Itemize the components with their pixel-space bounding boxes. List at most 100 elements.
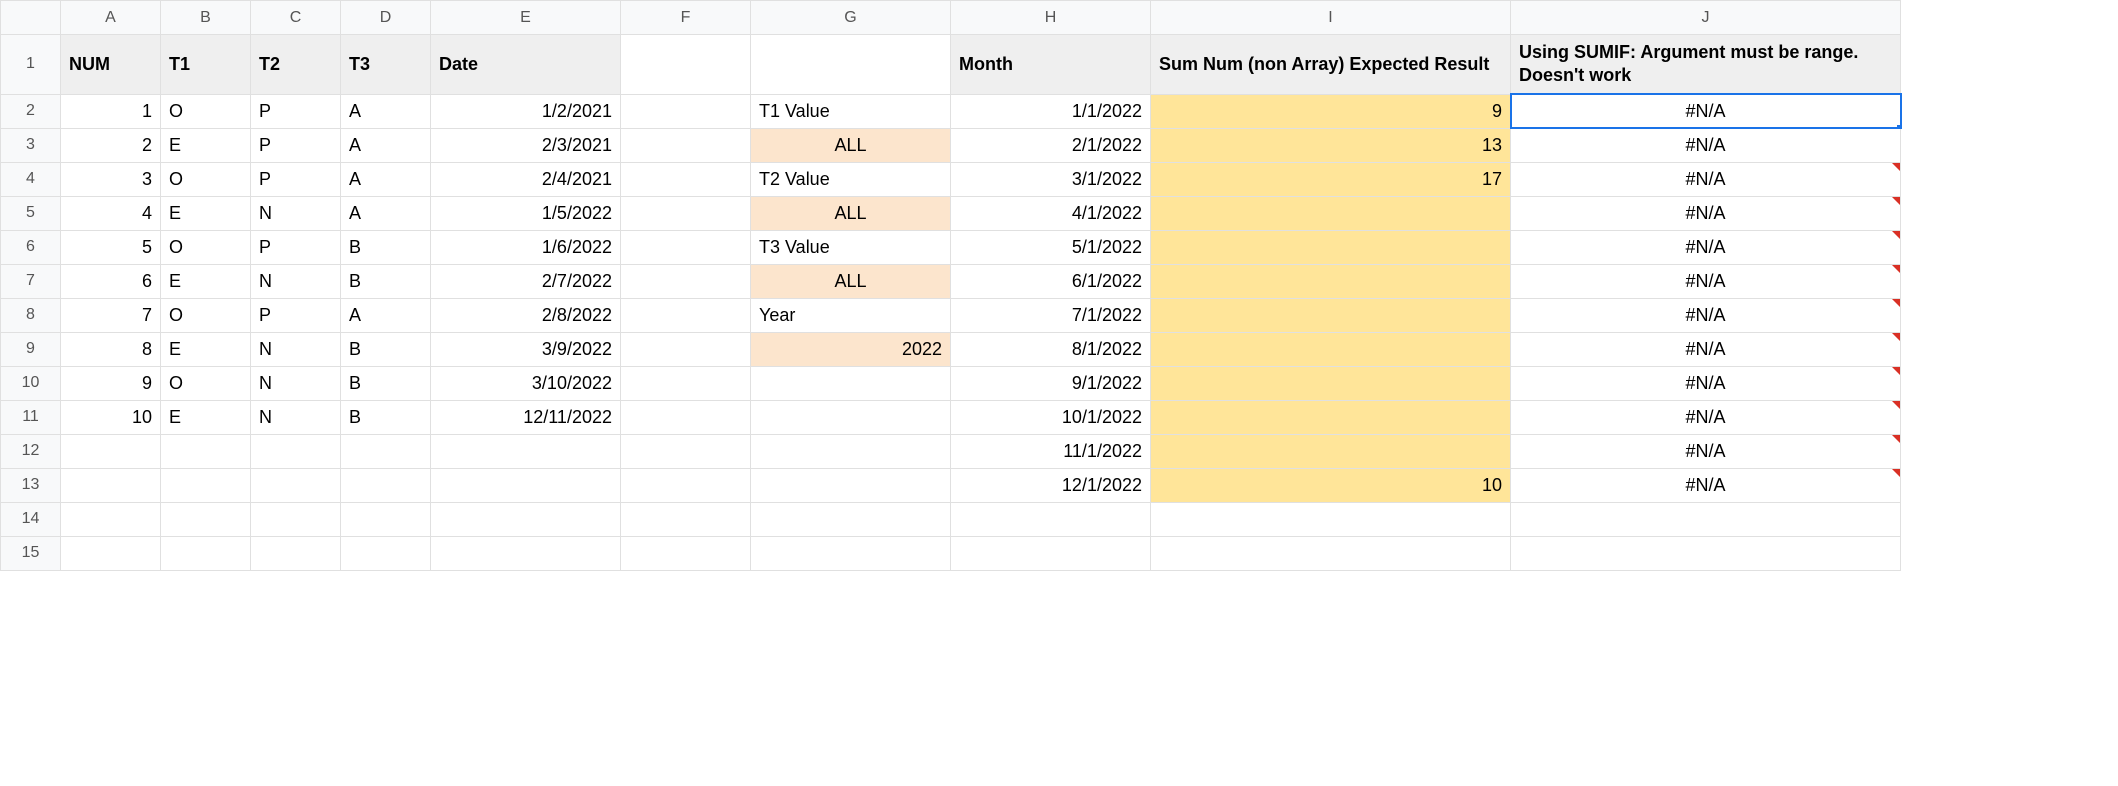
cell-B4[interactable]: O xyxy=(161,162,251,196)
cell-C9[interactable]: N xyxy=(251,332,341,366)
cell-E13[interactable] xyxy=(431,468,621,502)
cell-A3[interactable]: 2 xyxy=(61,128,161,162)
cell-A6[interactable]: 5 xyxy=(61,230,161,264)
col-header-H[interactable]: H xyxy=(951,1,1151,35)
cell-B14[interactable] xyxy=(161,502,251,536)
cell-F5[interactable] xyxy=(621,196,751,230)
col-header-A[interactable]: A xyxy=(61,1,161,35)
row-header-5[interactable]: 5 xyxy=(1,196,61,230)
cell-F13[interactable] xyxy=(621,468,751,502)
cell-C8[interactable]: P xyxy=(251,298,341,332)
cell-A13[interactable] xyxy=(61,468,161,502)
col-header-J[interactable]: J xyxy=(1511,1,1901,35)
cell-C6[interactable]: P xyxy=(251,230,341,264)
cell-G1[interactable] xyxy=(751,35,951,95)
cell-H7[interactable]: 6/1/2022 xyxy=(951,264,1151,298)
cell-D12[interactable] xyxy=(341,434,431,468)
cell-D9[interactable]: B xyxy=(341,332,431,366)
cell-H8[interactable]: 7/1/2022 xyxy=(951,298,1151,332)
cell-H3[interactable]: 2/1/2022 xyxy=(951,128,1151,162)
select-all-corner[interactable] xyxy=(1,1,61,35)
cell-H1[interactable]: Month xyxy=(951,35,1151,95)
cell-G4[interactable]: T2 Value xyxy=(751,162,951,196)
cell-I4[interactable]: 17 xyxy=(1151,162,1511,196)
cell-E7[interactable]: 2/7/2022 xyxy=(431,264,621,298)
cell-H12[interactable]: 11/1/2022 xyxy=(951,434,1151,468)
cell-J15[interactable] xyxy=(1511,536,1901,570)
cell-F8[interactable] xyxy=(621,298,751,332)
row-header-10[interactable]: 10 xyxy=(1,366,61,400)
cell-J13[interactable]: #N/A xyxy=(1511,468,1901,502)
row-header-14[interactable]: 14 xyxy=(1,502,61,536)
cell-G2[interactable]: T1 Value xyxy=(751,94,951,128)
cell-C14[interactable] xyxy=(251,502,341,536)
cell-I1[interactable]: Sum Num (non Array) Expected Result xyxy=(1151,35,1511,95)
cell-B2[interactable]: O xyxy=(161,94,251,128)
cell-E4[interactable]: 2/4/2021 xyxy=(431,162,621,196)
cell-D3[interactable]: A xyxy=(341,128,431,162)
cell-J1[interactable]: Using SUMIF: Argument must be range. Doe… xyxy=(1511,35,1901,95)
cell-E12[interactable] xyxy=(431,434,621,468)
note-indicator-icon[interactable] xyxy=(1892,231,1900,239)
cell-I11[interactable] xyxy=(1151,400,1511,434)
col-header-B[interactable]: B xyxy=(161,1,251,35)
cell-A5[interactable]: 4 xyxy=(61,196,161,230)
cell-B11[interactable]: E xyxy=(161,400,251,434)
cell-F4[interactable] xyxy=(621,162,751,196)
row-header-13[interactable]: 13 xyxy=(1,468,61,502)
row-header-6[interactable]: 6 xyxy=(1,230,61,264)
cell-I8[interactable] xyxy=(1151,298,1511,332)
cell-C4[interactable]: P xyxy=(251,162,341,196)
cell-D10[interactable]: B xyxy=(341,366,431,400)
cell-I10[interactable] xyxy=(1151,366,1511,400)
note-indicator-icon[interactable] xyxy=(1892,435,1900,443)
cell-F1[interactable] xyxy=(621,35,751,95)
cell-G10[interactable] xyxy=(751,366,951,400)
cell-H15[interactable] xyxy=(951,536,1151,570)
cell-I5[interactable] xyxy=(1151,196,1511,230)
cell-F9[interactable] xyxy=(621,332,751,366)
cell-C13[interactable] xyxy=(251,468,341,502)
row-header-11[interactable]: 11 xyxy=(1,400,61,434)
cell-E15[interactable] xyxy=(431,536,621,570)
cell-E11[interactable]: 12/11/2022 xyxy=(431,400,621,434)
col-header-I[interactable]: I xyxy=(1151,1,1511,35)
cell-A12[interactable] xyxy=(61,434,161,468)
cell-D8[interactable]: A xyxy=(341,298,431,332)
cell-A4[interactable]: 3 xyxy=(61,162,161,196)
cell-C3[interactable]: P xyxy=(251,128,341,162)
cell-F11[interactable] xyxy=(621,400,751,434)
cell-E8[interactable]: 2/8/2022 xyxy=(431,298,621,332)
cell-H10[interactable]: 9/1/2022 xyxy=(951,366,1151,400)
col-header-E[interactable]: E xyxy=(431,1,621,35)
cell-H4[interactable]: 3/1/2022 xyxy=(951,162,1151,196)
cell-B7[interactable]: E xyxy=(161,264,251,298)
cell-J9[interactable]: #N/A xyxy=(1511,332,1901,366)
cell-G9[interactable]: 2022 xyxy=(751,332,951,366)
row-header-3[interactable]: 3 xyxy=(1,128,61,162)
col-header-F[interactable]: F xyxy=(621,1,751,35)
cell-H11[interactable]: 10/1/2022 xyxy=(951,400,1151,434)
cell-B10[interactable]: O xyxy=(161,366,251,400)
cell-B15[interactable] xyxy=(161,536,251,570)
cell-C10[interactable]: N xyxy=(251,366,341,400)
cell-I15[interactable] xyxy=(1151,536,1511,570)
cell-A9[interactable]: 8 xyxy=(61,332,161,366)
cell-H9[interactable]: 8/1/2022 xyxy=(951,332,1151,366)
cell-F6[interactable] xyxy=(621,230,751,264)
cell-D5[interactable]: A xyxy=(341,196,431,230)
cell-J6[interactable]: #N/A xyxy=(1511,230,1901,264)
cell-D2[interactable]: A xyxy=(341,94,431,128)
cell-F2[interactable] xyxy=(621,94,751,128)
cell-B6[interactable]: O xyxy=(161,230,251,264)
cell-G14[interactable] xyxy=(751,502,951,536)
cell-C1[interactable]: T2 xyxy=(251,35,341,95)
cell-D1[interactable]: T3 xyxy=(341,35,431,95)
cell-C7[interactable]: N xyxy=(251,264,341,298)
cell-F7[interactable] xyxy=(621,264,751,298)
col-header-D[interactable]: D xyxy=(341,1,431,35)
cell-J8[interactable]: #N/A xyxy=(1511,298,1901,332)
note-indicator-icon[interactable] xyxy=(1892,401,1900,409)
cell-E10[interactable]: 3/10/2022 xyxy=(431,366,621,400)
cell-B5[interactable]: E xyxy=(161,196,251,230)
